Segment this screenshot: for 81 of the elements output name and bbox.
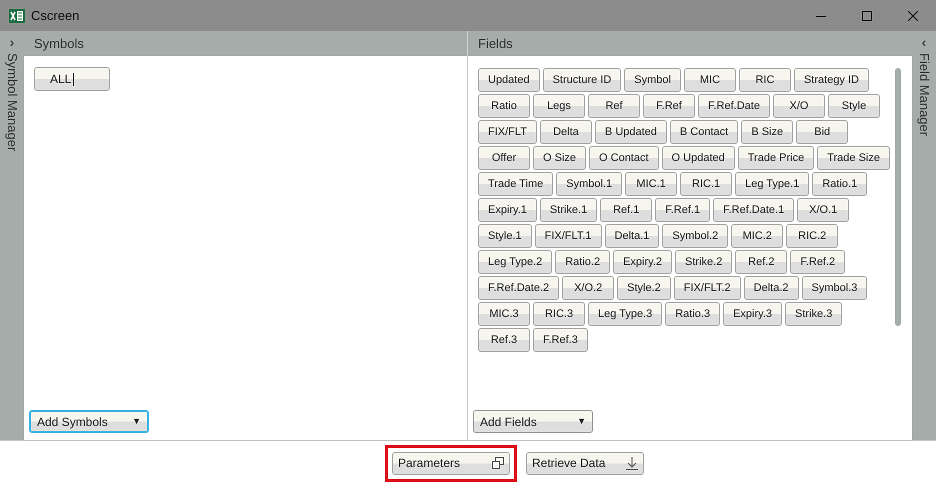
field-chip[interactable]: F.Ref.Date.1 xyxy=(713,198,794,222)
field-chip[interactable]: O Contact xyxy=(589,146,659,170)
field-chip[interactable]: O Size xyxy=(533,146,586,170)
field-chip[interactable]: Symbol.2 xyxy=(662,224,728,248)
toggle-button[interactable]: › xyxy=(10,33,14,51)
field-chip[interactable]: Delta.1 xyxy=(604,224,660,248)
field-chip[interactable]: MIC xyxy=(684,68,736,92)
field-chip[interactable]: Ratio.1 xyxy=(812,172,868,196)
field-chip[interactable]: F.Ref.Date.2 xyxy=(478,276,560,300)
field-chip[interactable]: Expiry.3 xyxy=(723,302,782,326)
field-chip[interactable]: RIC.3 xyxy=(533,302,585,326)
field-chip[interactable]: Symbol.1 xyxy=(556,172,622,196)
field-chip[interactable]: Expiry.2 xyxy=(613,250,672,274)
footer-button[interactable]: Retrieve Data xyxy=(526,452,644,474)
field-chip[interactable]: FIX/FLT xyxy=(478,120,537,144)
field-chip[interactable]: F.Ref xyxy=(643,94,695,118)
field-chip[interactable]: Strategy ID xyxy=(794,68,869,92)
panel-title: Symbols xyxy=(34,34,84,53)
field-chip[interactable]: Strike.1 xyxy=(540,198,598,222)
caret-icon: ▼ xyxy=(577,414,586,428)
field-chip[interactable]: Structure ID xyxy=(542,68,622,92)
add-dropdown[interactable]: Add Symbols ▼ xyxy=(29,410,149,433)
field-chip[interactable]: RIC.1 xyxy=(680,172,732,196)
footer-button[interactable]: Parameters xyxy=(392,452,510,474)
field-chip[interactable]: RIC.2 xyxy=(786,224,838,248)
field-chip[interactable]: Ref xyxy=(588,94,640,118)
field-chip[interactable]: Delta.2 xyxy=(744,276,799,300)
field-chip[interactable]: X/O.2 xyxy=(562,276,614,300)
add-dropdown[interactable]: Add Fields ▼ xyxy=(473,410,593,433)
field-chip[interactable]: Symbol xyxy=(624,68,681,92)
field-chip[interactable]: RIC xyxy=(738,68,791,92)
field-chip[interactable]: FIX/FLT.2 xyxy=(674,276,741,300)
toggle-button[interactable]: ‹ xyxy=(922,33,926,51)
field-chip[interactable]: F.Ref.3 xyxy=(533,328,588,352)
field-chip[interactable]: Style xyxy=(828,94,880,118)
field-chip[interactable]: Leg Type.1 xyxy=(735,172,810,196)
field-chip[interactable]: Strike.3 xyxy=(785,302,842,326)
field-chip[interactable]: F.Ref.2 xyxy=(790,250,846,274)
field-chip[interactable]: F.Ref.Date xyxy=(698,94,770,118)
field-chip[interactable]: Strike.2 xyxy=(675,250,732,274)
panel-title: Fields xyxy=(478,34,513,53)
field-chip[interactable]: Trade Price xyxy=(738,146,814,170)
field-chip[interactable]: X/O xyxy=(772,94,825,118)
side-panel-label[interactable]: Field Manager xyxy=(914,53,934,136)
field-chip[interactable]: Ratio xyxy=(478,94,530,118)
field-chip[interactable]: FIX/FLT.1 xyxy=(534,224,602,248)
field-chip[interactable]: Ref.1 xyxy=(600,198,652,222)
field-chip[interactable]: Ref.3 xyxy=(478,328,530,352)
field-chip[interactable]: Ref.2 xyxy=(735,250,788,274)
field-chip[interactable]: F.Ref.1 xyxy=(655,198,710,222)
field-chip[interactable]: Trade Time xyxy=(478,172,554,196)
field-chip[interactable]: O Updated xyxy=(662,146,735,170)
spreadsheet-icon xyxy=(9,8,25,24)
field-chip[interactable]: Leg Type.2 xyxy=(478,250,552,274)
field-chip[interactable]: Ratio.3 xyxy=(665,302,720,326)
side-panel-label[interactable]: Symbol Manager xyxy=(2,53,22,152)
field-chip[interactable]: MIC.2 xyxy=(731,224,784,248)
field-chip[interactable]: Expiry.1 xyxy=(478,198,537,222)
window-title: Cscreen xyxy=(31,6,80,25)
field-chip[interactable]: Symbol.3 xyxy=(802,276,868,300)
field-chip[interactable]: Bid xyxy=(796,120,848,144)
field-chip[interactable]: Trade Size xyxy=(817,146,890,170)
caret-icon: ▼ xyxy=(132,414,141,428)
field-chip[interactable]: B Contact xyxy=(670,120,738,144)
field-chip[interactable]: Style.1 xyxy=(478,224,532,248)
scrollbar-thumb[interactable] xyxy=(895,68,901,326)
download-icon xyxy=(626,456,638,470)
field-chip[interactable]: Ratio.2 xyxy=(555,250,610,274)
field-chip[interactable]: MIC.3 xyxy=(478,302,530,326)
field-chip[interactable]: Legs xyxy=(533,94,585,118)
field-chip[interactable]: Offer xyxy=(478,146,530,170)
field-chip[interactable]: B Updated xyxy=(594,120,667,144)
field-chip[interactable]: Leg Type.3 xyxy=(588,302,662,326)
field-chip[interactable]: B Size xyxy=(741,120,794,144)
tag-input[interactable]: ALL xyxy=(34,67,110,91)
field-chip[interactable]: Style.2 xyxy=(617,276,671,300)
field-chip[interactable]: MIC.1 xyxy=(625,172,678,196)
field-chip[interactable]: X/O.1 xyxy=(797,198,850,222)
field-chip[interactable]: Delta xyxy=(540,120,592,144)
windows-icon xyxy=(492,457,504,469)
field-chip[interactable]: Updated xyxy=(478,68,540,92)
